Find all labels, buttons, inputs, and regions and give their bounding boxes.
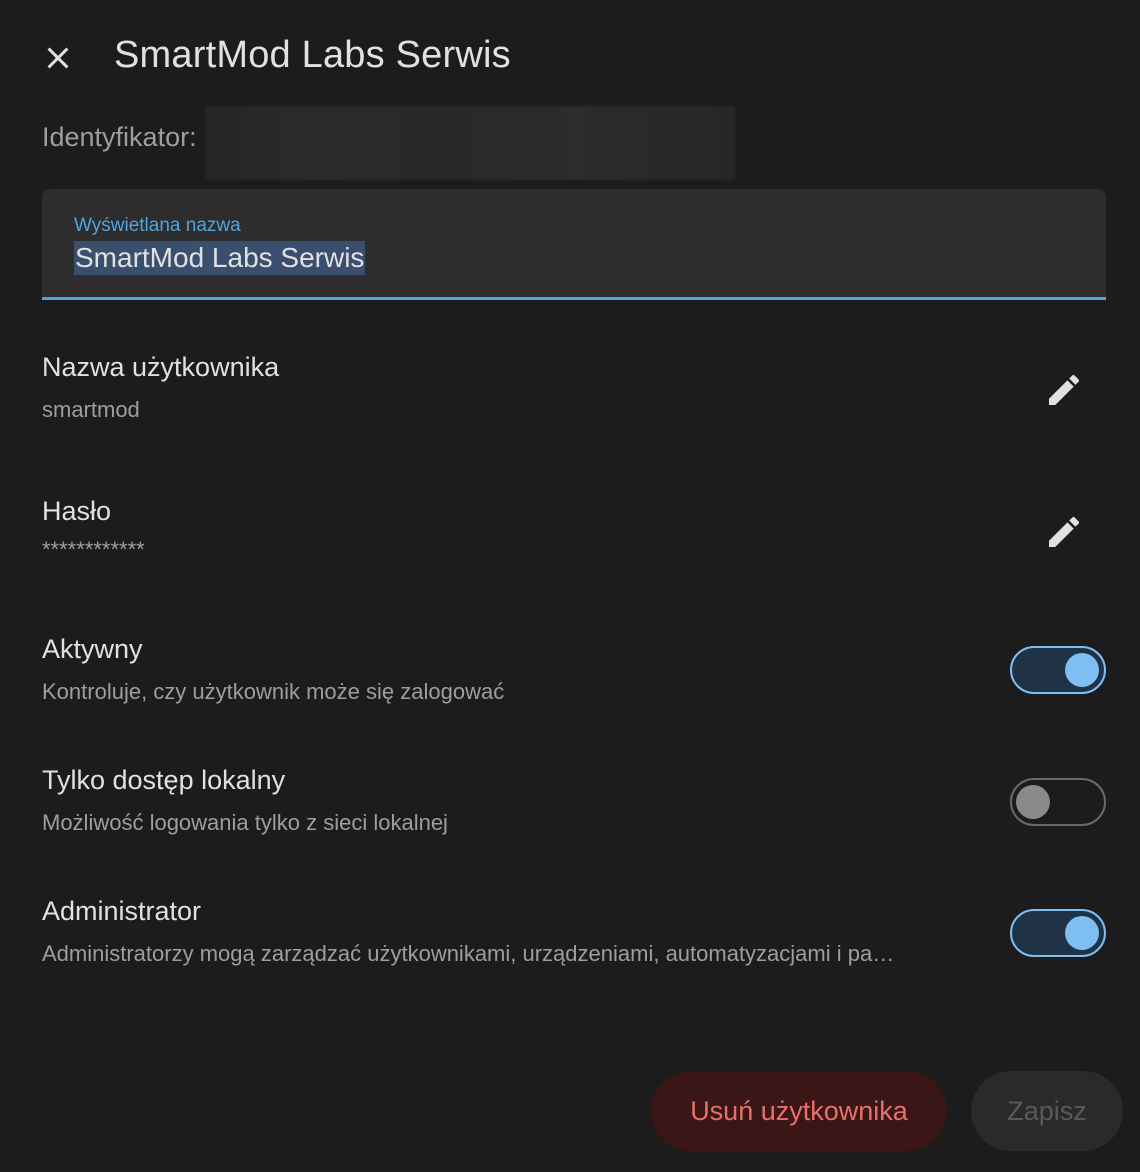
edit-password-button[interactable] — [1032, 500, 1096, 564]
password-row: Hasło ************ — [42, 496, 1106, 563]
dialog-header: SmartMod Labs Serwis — [0, 0, 1140, 112]
close-icon — [47, 47, 69, 69]
display-name-field[interactable]: Wyświetlana nazwa SmartMod Labs Serwis — [42, 189, 1106, 300]
save-button[interactable]: Zapisz — [971, 1071, 1123, 1151]
active-description: Kontroluje, czy użytkownik może się zalo… — [42, 679, 505, 704]
pencil-icon — [1049, 516, 1080, 547]
pencil-icon — [1049, 374, 1080, 405]
active-title: Aktywny — [42, 634, 143, 664]
toggle-row-admin: Administrator Administratorzy mogą zarzą… — [42, 896, 1106, 967]
display-name-label: Wyświetlana nazwa — [74, 215, 241, 236]
toggle-row-local-only: Tylko dostęp lokalny Możliwość logowania… — [42, 765, 1106, 836]
local-only-title: Tylko dostęp lokalny — [42, 765, 286, 795]
admin-title: Administrator — [42, 896, 202, 926]
delete-user-button[interactable]: Usuń użytkownika — [651, 1071, 947, 1151]
identifier-value-redacted — [205, 106, 735, 180]
close-button[interactable] — [30, 30, 86, 86]
password-value: ************ — [42, 537, 145, 562]
toggle-row-active: Aktywny Kontroluje, czy użytkownik może … — [42, 634, 1106, 705]
local-only-description: Możliwość logowania tylko z sieci lokaln… — [42, 810, 448, 835]
password-title: Hasło — [42, 496, 112, 526]
username-title: Nazwa użytkownika — [42, 352, 280, 382]
switch-knob — [1016, 785, 1050, 819]
username-value: smartmod — [42, 397, 140, 422]
admin-description: Administratorzy mogą zarządzać użytkowni… — [42, 941, 895, 966]
switch-knob — [1065, 653, 1099, 687]
local-only-switch[interactable] — [1010, 778, 1106, 826]
admin-switch[interactable] — [1010, 909, 1106, 957]
dialog-title: SmartMod Labs Serwis — [114, 34, 511, 76]
identifier-label: Identyfikator: — [42, 122, 197, 152]
switch-knob — [1065, 916, 1099, 950]
display-name-input[interactable]: SmartMod Labs Serwis — [74, 241, 366, 275]
username-row: Nazwa użytkownika smartmod — [42, 352, 1106, 423]
edit-username-button[interactable] — [1032, 358, 1096, 422]
active-switch[interactable] — [1010, 646, 1106, 694]
